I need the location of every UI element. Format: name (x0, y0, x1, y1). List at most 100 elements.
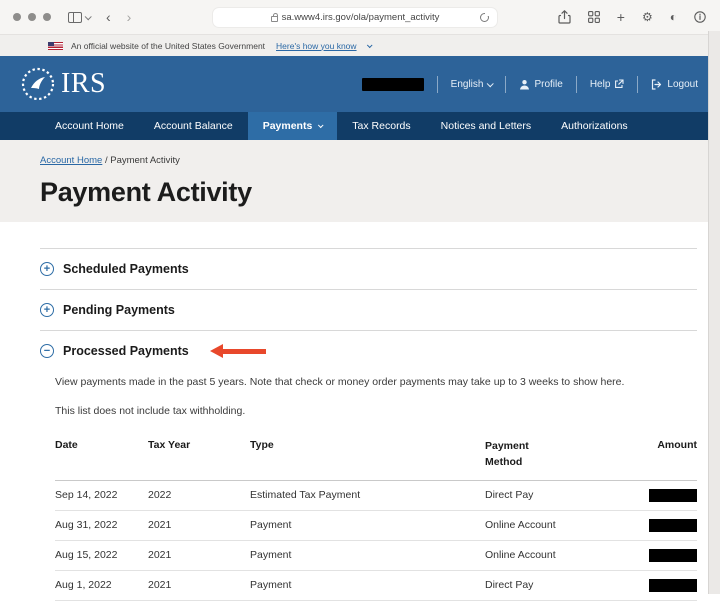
person-icon (520, 79, 530, 89)
nav-payments[interactable]: Payments (247, 112, 338, 140)
chevron-down-icon (84, 12, 92, 20)
chevron-down-icon (366, 41, 373, 48)
table-row: Aug 31, 2022 2021 Payment Online Account (55, 510, 697, 541)
divider (575, 75, 577, 93)
logout-button[interactable]: Logout (651, 79, 698, 90)
forward-button[interactable]: › (127, 9, 132, 25)
col-header-text: Payment Method (485, 440, 529, 469)
back-button[interactable]: ‹ (106, 9, 111, 25)
cell-date: Aug 1, 2022 (55, 570, 148, 601)
breadcrumb: Account Home / Payment Activity (40, 155, 720, 166)
logout-label: Logout (667, 78, 698, 90)
reload-icon[interactable] (480, 12, 489, 22)
scrollbar-track[interactable] (708, 31, 720, 594)
accordion-toggle-pending[interactable]: + Pending Payments (40, 303, 697, 317)
cell-type: Estimated Tax Payment (250, 480, 485, 511)
contrast-icon[interactable]: ◐ (670, 10, 677, 24)
divider (637, 75, 639, 93)
nav-account-home[interactable]: Account Home (40, 112, 139, 140)
table-row: Aug 15, 2022 2021 Payment Online Account (55, 540, 697, 571)
nav-label: Notices and Letters (440, 120, 532, 132)
minimize-window-button[interactable] (28, 13, 36, 21)
cell-payment-method: Direct Pay (485, 480, 613, 511)
col-header-tax-year: Tax Year (148, 433, 250, 481)
cell-amount (613, 570, 697, 601)
profile-button[interactable]: Profile (519, 78, 563, 90)
accordion-processed-payments: − Processed Payments View payments made … (40, 330, 697, 614)
help-label: Help (589, 78, 611, 90)
col-header-date: Date (55, 433, 148, 481)
address-bar[interactable]: sa.www4.irs.gov/ola/payment_activity (212, 7, 498, 28)
processed-note-1: View payments made in the past 5 years. … (55, 376, 625, 388)
accordion-scheduled-payments: + Scheduled Payments (40, 248, 697, 289)
nav-label: Payments (262, 120, 313, 132)
cell-date: Sep 14, 2022 (55, 480, 148, 511)
cell-amount (613, 540, 697, 571)
cell-type: Payment (250, 540, 485, 571)
url-text: sa.www4.irs.gov/ola/payment_activity (281, 12, 440, 23)
breadcrumb-account-home-link[interactable]: Account Home (40, 155, 102, 166)
nav-label: Account Balance (153, 120, 233, 132)
profile-label: Profile (534, 78, 563, 90)
info-icon[interactable] (694, 11, 706, 23)
accordion-label: Pending Payments (63, 303, 175, 317)
language-selector[interactable]: English (450, 78, 495, 90)
table-row: Sep 14, 2022 2022 Estimated Tax Payment … (55, 480, 697, 511)
accordion-label: Scheduled Payments (63, 262, 189, 276)
divider (436, 75, 438, 93)
settings-gear-icon[interactable]: ⚙ (642, 10, 653, 24)
cell-type: Payment (250, 570, 485, 601)
cell-amount (613, 480, 697, 511)
table-row: Aug 1, 2022 2021 Payment Direct Pay (55, 570, 697, 601)
cell-tax-year: 2022 (148, 480, 250, 511)
processed-payments-panel: View payments made in the past 5 years. … (40, 358, 697, 601)
nav-tax-records[interactable]: Tax Records (337, 112, 425, 140)
irs-header: IRS English Profile Help Logout (0, 56, 720, 112)
cell-amount (613, 510, 697, 541)
usgov-banner: An official website of the United States… (0, 35, 720, 56)
close-window-button[interactable] (13, 13, 21, 21)
window-controls[interactable] (13, 13, 51, 21)
col-header-type: Type (250, 433, 485, 481)
expand-plus-icon: + (40, 303, 54, 317)
nav-label: Tax Records (352, 120, 411, 132)
collapse-minus-icon: − (40, 344, 54, 358)
page-title: Payment Activity (40, 177, 252, 207)
accordion-pending-payments: + Pending Payments (40, 289, 697, 330)
nav-label: Authorizations (561, 120, 628, 132)
chevron-down-icon (318, 122, 324, 129)
arrow-shaft (222, 348, 266, 354)
expand-plus-icon: + (40, 262, 54, 276)
cell-tax-year: 2021 (148, 510, 250, 541)
nav-account-balance[interactable]: Account Balance (139, 112, 248, 140)
accordion-toggle-processed[interactable]: − Processed Payments (40, 344, 697, 358)
nav-authorizations[interactable]: Authorizations (546, 112, 643, 140)
col-header-payment-method: Payment Method (485, 433, 613, 481)
cell-date: Aug 15, 2022 (55, 540, 148, 571)
amount-redaction (649, 578, 697, 592)
new-tab-icon[interactable]: + (617, 9, 625, 25)
how-you-know-link[interactable]: Here's how you know (276, 41, 357, 51)
irs-seal-icon (21, 67, 55, 101)
red-annotation-arrow (209, 344, 266, 358)
sidebar-toggle-button[interactable] (68, 11, 92, 23)
language-label: English (450, 78, 484, 90)
zoom-window-button[interactable] (43, 13, 51, 21)
table-header-row: Date Tax Year Type Payment Method Amount (55, 433, 697, 481)
usgov-banner-text: An official website of the United States… (71, 40, 266, 51)
cell-payment-method: Direct Pay (485, 570, 613, 601)
tab-overview-icon[interactable] (587, 11, 600, 23)
nav-notices-letters[interactable]: Notices and Letters (426, 112, 546, 140)
help-link[interactable]: Help (590, 79, 625, 90)
sidebar-icon (68, 11, 82, 23)
accordion-toggle-scheduled[interactable]: + Scheduled Payments (40, 262, 697, 276)
divider (505, 75, 507, 93)
lock-icon (270, 12, 278, 22)
irs-logo[interactable]: IRS (20, 66, 106, 102)
main-nav: Account Home Account Balance Payments Ta… (0, 112, 720, 140)
browser-toolbar: ‹ › sa.www4.irs.gov/ola/payment_activity… (0, 0, 720, 35)
external-link-icon (615, 79, 624, 88)
share-icon[interactable] (558, 10, 571, 24)
irs-logo-text: IRS (61, 68, 107, 99)
amount-redaction (649, 488, 697, 502)
